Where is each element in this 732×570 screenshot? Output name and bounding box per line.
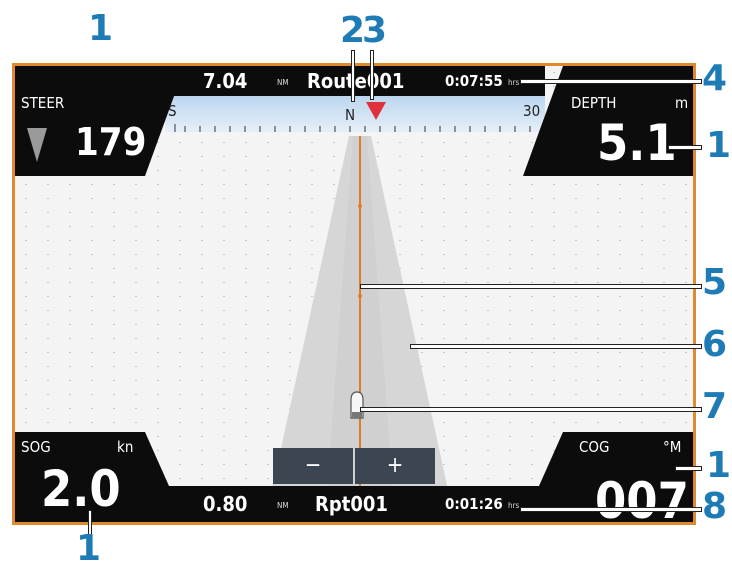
vessel-icon — [350, 391, 364, 419]
callout-5: 5 — [702, 262, 728, 303]
waypoint-time: 0:01:26 — [445, 495, 503, 513]
callout-7: 7 — [702, 386, 728, 427]
steer-panel[interactable]: STEER 179 — [15, 66, 185, 176]
waypoint-distance-unit: NM — [277, 501, 289, 510]
route-distance: 7.04 — [203, 69, 248, 93]
steer-label: STEER — [21, 94, 65, 112]
zoom-in-button[interactable]: + — [355, 448, 435, 484]
callout-leader-7 — [360, 407, 702, 412]
callout-leader-6 — [410, 344, 702, 349]
zoom-out-button[interactable]: − — [273, 448, 353, 484]
callout-6: 6 — [702, 324, 728, 365]
callout-4: 4 — [702, 58, 728, 99]
sog-unit: kn — [117, 438, 134, 456]
callout-leader-5 — [360, 284, 702, 289]
callout-leader-4 — [520, 79, 702, 84]
callout-3: 3 — [362, 10, 388, 51]
callout-1-sog: 1 — [76, 528, 102, 569]
steer-direction-icon — [27, 128, 47, 162]
route-time-unit: hrs — [508, 78, 520, 87]
callout-leader-1-depth — [668, 145, 702, 150]
waypoint-distance: 0.80 — [203, 492, 248, 516]
callout-1-cog: 1 — [706, 445, 732, 486]
depth-label: DEPTH — [571, 94, 617, 112]
route-name: Route001 — [307, 69, 405, 93]
waypoint-info-bar: 0.80 NM Rpt001 0:01:26 hrs — [165, 486, 545, 522]
route-distance-unit: NM — [277, 78, 289, 87]
callout-leader-8 — [520, 507, 702, 512]
cog-unit: °M — [663, 438, 682, 456]
route-info-bar: 7.04 NM Route001 0:07:55 hrs — [165, 66, 545, 96]
depth-unit: m — [675, 94, 689, 112]
callout-1-depth: 1 — [706, 125, 732, 166]
sog-value: 2.0 — [41, 460, 121, 518]
callout-8: 8 — [702, 486, 728, 527]
route-time: 0:07:55 — [445, 72, 503, 90]
highway-display: S N 30 7.04 NM Route001 0:07:55 hrs STEE… — [12, 63, 696, 525]
cog-label: COG — [579, 438, 610, 456]
callout-1-steer: 1 — [88, 8, 114, 49]
waypoint-time-unit: hrs — [508, 501, 520, 510]
compass-label-north: N — [345, 106, 356, 124]
steer-value: 179 — [75, 120, 147, 164]
callout-leader-1-cog — [675, 466, 702, 471]
callout-leader-2 — [351, 50, 355, 102]
waypoint-name: Rpt001 — [315, 492, 388, 516]
depth-value: 5.1 — [597, 114, 677, 172]
callout-leader-3 — [370, 50, 374, 100]
cog-value: 007 — [595, 472, 689, 525]
sog-label: SOG — [21, 438, 51, 456]
sog-panel[interactable]: SOG kn 2.0 — [15, 432, 185, 522]
